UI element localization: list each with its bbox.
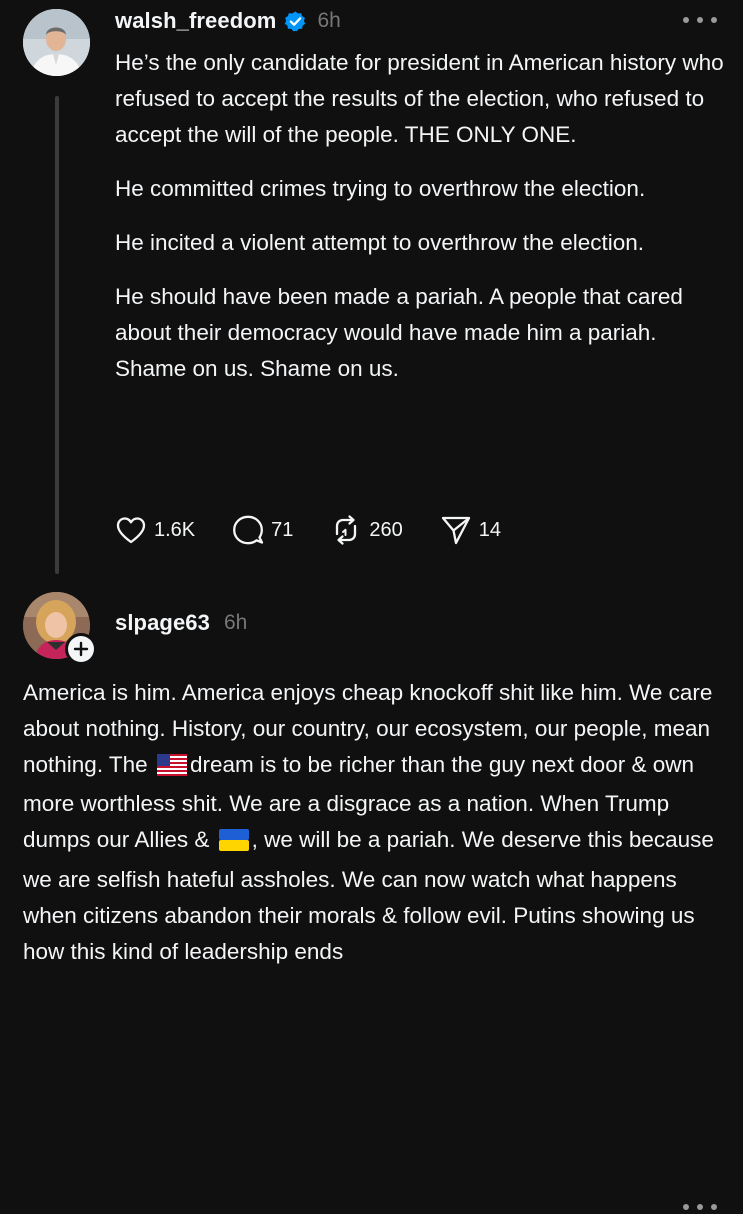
more-dots-icon — [697, 17, 703, 23]
verified-badge-icon — [284, 10, 307, 33]
like-count: 1.6K — [154, 518, 196, 541]
more-dots-icon — [711, 1204, 717, 1210]
more-dots-icon — [697, 1204, 703, 1210]
author-avatar[interactable] — [23, 9, 90, 76]
reply-header: slpage63 6h — [115, 607, 247, 639]
reply-button[interactable]: 71 — [231, 513, 293, 547]
reply-post: slpage63 6h America is him. America enjo… — [0, 585, 743, 1210]
us-flag-emoji — [156, 751, 187, 787]
more-dots-icon — [683, 1204, 689, 1210]
share-count: 14 — [478, 518, 502, 541]
repost-button[interactable]: 260 — [329, 513, 403, 547]
plus-icon — [73, 641, 89, 657]
follow-button[interactable] — [65, 633, 97, 665]
author-username[interactable]: walsh_freedom — [115, 8, 276, 34]
repost-count: 260 — [369, 518, 403, 541]
post: walsh_freedom 6h He’s the only candidate… — [0, 0, 743, 585]
share-button[interactable]: 14 — [439, 513, 501, 547]
reply-timestamp: 6h — [223, 611, 248, 634]
post-header: walsh_freedom 6h — [115, 5, 341, 37]
post-actions: 1.6K 71 260 14 — [114, 510, 537, 550]
more-dots-icon — [711, 17, 717, 23]
reply-more-options-button[interactable] — [683, 1200, 717, 1214]
send-icon — [441, 516, 470, 545]
like-button[interactable]: 1.6K — [114, 513, 195, 547]
more-options-button[interactable] — [683, 13, 717, 27]
more-dots-icon — [683, 17, 689, 23]
post-paragraph: He should have been made a pariah. A peo… — [115, 284, 683, 381]
post-paragraph: He incited a violent attempt to overthro… — [115, 230, 645, 255]
post-paragraph: He’s the only candidate for president in… — [115, 50, 724, 147]
reply-text: America is him. America enjoys cheap kno… — [23, 675, 728, 969]
post-timestamp: 6h — [317, 9, 341, 32]
comment-icon — [233, 515, 264, 545]
reply-author-username[interactable]: slpage63 — [115, 610, 210, 636]
post-body: He’s the only candidate for president in… — [115, 45, 730, 405]
author-photo — [23, 9, 90, 76]
ukraine-flag-emoji — [218, 826, 249, 862]
post-paragraph: He committed crimes trying to overthrow … — [115, 176, 646, 201]
thread-line — [55, 96, 59, 574]
repost-icon — [336, 515, 357, 545]
reply-body: America is him. America enjoys cheap kno… — [23, 675, 728, 969]
heart-icon — [116, 517, 146, 544]
reply-count: 71 — [271, 518, 294, 541]
